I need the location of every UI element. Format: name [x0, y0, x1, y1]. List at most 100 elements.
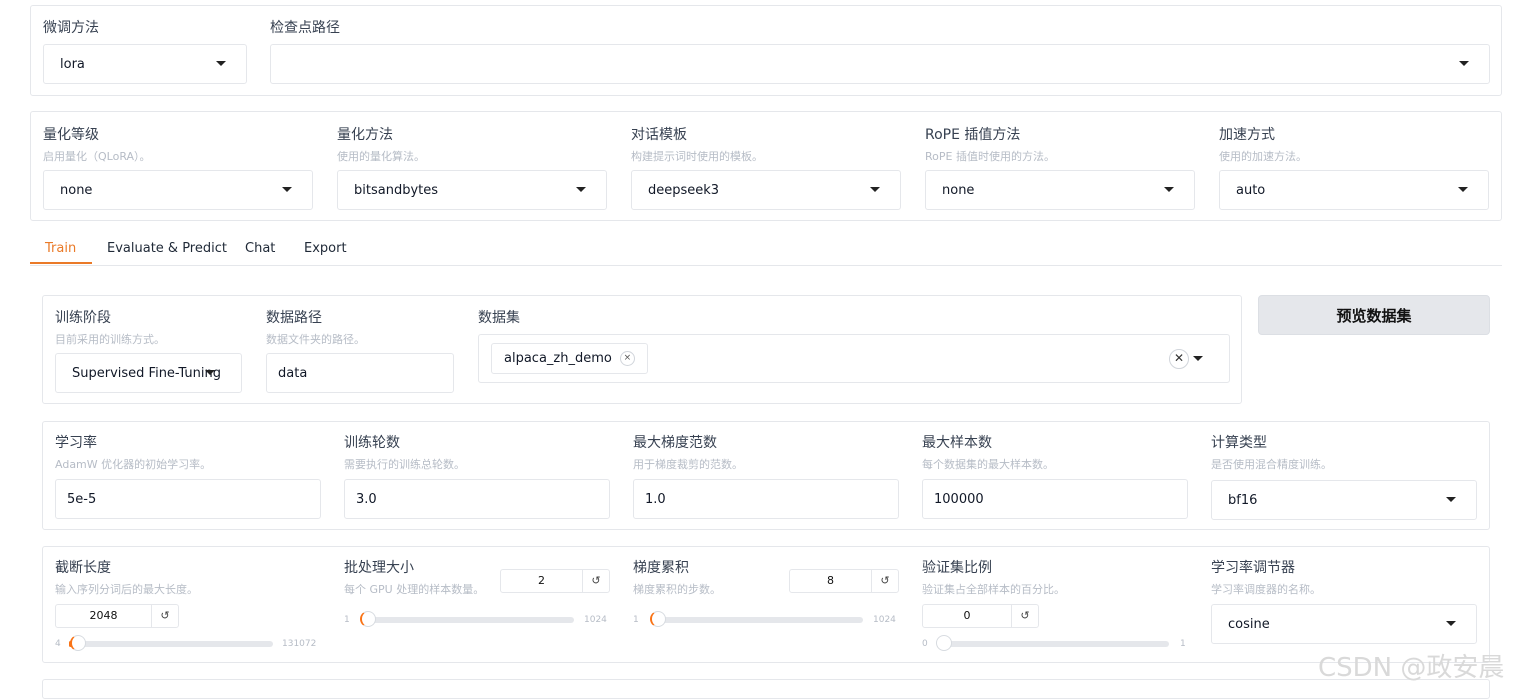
quant-bit-label: 量化等级 [43, 124, 99, 144]
quant-bit-value: none [44, 183, 92, 198]
max-grad-norm-hint: 用于梯度裁剪的范数。 [633, 456, 743, 472]
datadir-input[interactable]: data [266, 353, 454, 393]
chip-close-icon[interactable]: × [620, 351, 635, 366]
lr-label: 学习率 [55, 432, 97, 452]
reset-icon[interactable]: ↺ [582, 570, 609, 592]
quant-panel: 量化等级 启用量化（QLoRA）。 none 量化方法 使用的量化算法。 bit… [30, 111, 1502, 221]
watermark: CSDN @政安晨 [1318, 647, 1504, 684]
reset-icon[interactable]: ↺ [151, 605, 178, 627]
booster-select[interactable]: auto [1219, 170, 1489, 210]
batch-size-number-input[interactable]: 2 ↺ [500, 569, 610, 593]
batch-size-value: 2 [501, 570, 582, 592]
batch-size-slider-thumb[interactable] [360, 611, 376, 627]
stage-hint: 目前采用的训练方式。 [55, 331, 165, 347]
quant-bit-hint: 启用量化（QLoRA）。 [43, 148, 151, 164]
max-samples-label: 最大样本数 [922, 432, 992, 452]
epochs-hint: 需要执行的训练总轮数。 [344, 456, 465, 472]
val-size-min: 0 [922, 639, 928, 649]
cutoff-slider-thumb[interactable] [70, 635, 86, 651]
quant-method-hint: 使用的量化算法。 [337, 148, 425, 164]
dataset-multiselect[interactable]: alpaca_zh_demo × ✕ [478, 334, 1230, 383]
chevron-down-icon [1459, 61, 1469, 66]
clear-icon[interactable]: ✕ [1169, 349, 1189, 369]
val-size-max: 1 [1180, 639, 1186, 649]
chevron-down-icon [576, 187, 586, 192]
finetune-value: lora [44, 57, 85, 72]
grad-accum-value: 8 [790, 570, 871, 592]
val-size-slider-track[interactable] [938, 641, 1169, 647]
compute-type-value: bf16 [1212, 493, 1257, 508]
val-size-value: 0 [923, 605, 1011, 627]
rope-hint: RoPE 插值时使用的方法。 [925, 148, 1055, 164]
epochs-input[interactable]: 3.0 [344, 479, 610, 519]
tab-bar: Train Evaluate & Predict Chat Export [30, 232, 1502, 266]
cutoff-hint: 输入序列分词后的最大长度。 [55, 581, 198, 597]
reset-icon[interactable]: ↺ [871, 570, 898, 592]
tab-train[interactable]: Train [45, 232, 76, 264]
grad-accum-hint: 梯度累积的步数。 [633, 581, 721, 597]
grad-accum-slider-track[interactable] [651, 617, 863, 623]
booster-value: auto [1220, 183, 1265, 198]
cutoff-number-input[interactable]: 2048 ↺ [55, 604, 179, 628]
quant-method-label: 量化方法 [337, 124, 393, 144]
chevron-down-icon [282, 187, 292, 192]
checkpoint-select[interactable] [270, 44, 1490, 84]
epochs-label: 训练轮数 [344, 432, 400, 452]
rope-label: RoPE 插值方法 [925, 124, 1020, 144]
lr-input[interactable]: 5e-5 [55, 479, 321, 519]
val-size-slider-thumb[interactable] [936, 635, 952, 651]
max-grad-norm-value: 1.0 [634, 492, 666, 507]
quant-bit-select[interactable]: none [43, 170, 313, 210]
grad-accum-number-input[interactable]: 8 ↺ [789, 569, 899, 593]
max-samples-value: 100000 [923, 492, 984, 507]
max-grad-norm-label: 最大梯度范数 [633, 432, 717, 452]
val-size-number-input[interactable]: 0 ↺ [922, 604, 1039, 628]
finetune-panel: 微调方法 lora 检查点路径 [30, 5, 1502, 96]
template-hint: 构建提示词时使用的模板。 [631, 148, 763, 164]
tab-chat[interactable]: Chat [245, 232, 275, 264]
scheduler-value: cosine [1212, 617, 1270, 632]
quant-method-select[interactable]: bitsandbytes [337, 170, 607, 210]
grad-accum-slider-thumb[interactable] [650, 611, 666, 627]
preview-dataset-button[interactable]: 预览数据集 [1258, 295, 1490, 335]
params-panel: 学习率 AdamW 优化器的初始学习率。 5e-5 训练轮数 需要执行的训练总轮… [42, 421, 1490, 530]
max-samples-input[interactable]: 100000 [922, 479, 1188, 519]
chevron-down-icon [870, 187, 880, 192]
datadir-value: data [267, 366, 307, 381]
val-size-hint: 验证集占全部样本的百分比。 [922, 581, 1065, 597]
batch-size-slider-track[interactable] [362, 617, 574, 623]
tab-evaluate-predict[interactable]: Evaluate & Predict [107, 232, 227, 264]
cutoff-value: 2048 [56, 605, 151, 627]
compute-type-label: 计算类型 [1211, 432, 1267, 452]
rope-value: none [926, 183, 974, 198]
cutoff-label: 截断长度 [55, 557, 111, 577]
rope-select[interactable]: none [925, 170, 1195, 210]
datadir-label: 数据路径 [266, 307, 322, 327]
template-select[interactable]: deepseek3 [631, 170, 901, 210]
chevron-down-icon [205, 370, 215, 375]
max-grad-norm-input[interactable]: 1.0 [633, 479, 899, 519]
cutoff-min: 4 [55, 639, 61, 649]
tab-export[interactable]: Export [304, 232, 347, 264]
tab-active-indicator [30, 262, 92, 264]
reset-icon[interactable]: ↺ [1011, 605, 1038, 627]
checkpoint-label: 检查点路径 [270, 17, 340, 37]
grad-accum-label: 梯度累积 [633, 557, 689, 577]
template-value: deepseek3 [632, 183, 719, 198]
dataset-panel: 训练阶段 目前采用的训练方式。 Supervised Fine-Tuning 数… [42, 295, 1242, 404]
stage-label: 训练阶段 [55, 307, 111, 327]
dataset-chip-label: alpaca_zh_demo [504, 351, 612, 366]
max-samples-hint: 每个数据集的最大样本数。 [922, 456, 1054, 472]
chevron-down-icon [216, 61, 226, 66]
chevron-down-icon [1446, 621, 1456, 626]
scheduler-select[interactable]: cosine [1211, 604, 1477, 644]
finetune-select[interactable]: lora [43, 44, 247, 84]
compute-type-hint: 是否使用混合精度训练。 [1211, 456, 1332, 472]
cutoff-slider-track[interactable] [69, 641, 273, 647]
stage-select[interactable]: Supervised Fine-Tuning [55, 353, 242, 393]
batch-size-max: 1024 [584, 615, 607, 625]
compute-type-select[interactable]: bf16 [1211, 480, 1477, 520]
grad-accum-min: 1 [633, 615, 639, 625]
stage-value: Supervised Fine-Tuning [56, 366, 221, 381]
quant-method-value: bitsandbytes [338, 183, 438, 198]
